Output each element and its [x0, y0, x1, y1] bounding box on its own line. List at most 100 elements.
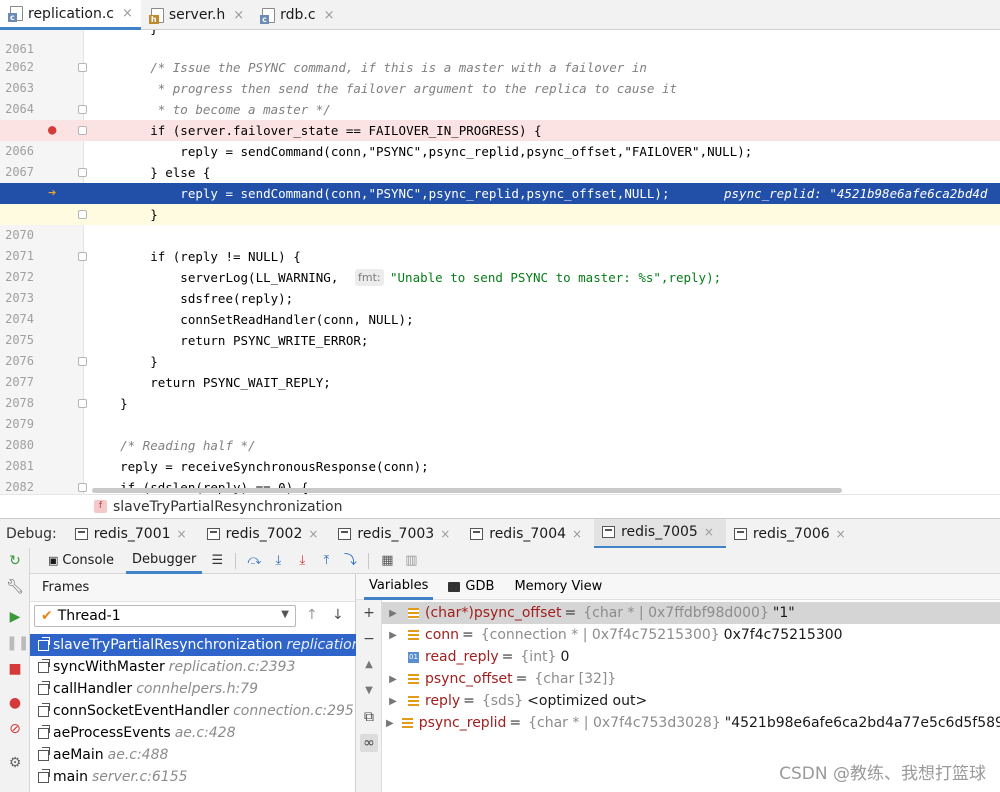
frame-row[interactable]: connSocketEventHandler connection.c:295	[30, 700, 356, 722]
tab-console[interactable]: ▣ Console	[42, 548, 120, 574]
tab-redis-7003[interactable]: redis_7003 ×	[330, 519, 462, 549]
code-line[interactable]: 2064 * progress then send the failover a…	[0, 78, 1000, 116]
variable-row[interactable]: 01 read_reply = {int} 0	[382, 646, 1000, 668]
menu-icon[interactable]: ☰	[208, 552, 226, 570]
close-icon[interactable]: ×	[308, 527, 318, 541]
run-to-cursor-icon[interactable]: ⤵	[341, 552, 359, 570]
frame-row[interactable]: callHandler connhelpers.h:79	[30, 678, 356, 700]
breadcrumb-function[interactable]: slaveTryPartialResynchronization	[113, 499, 342, 515]
code-line[interactable]: 2075 connSetReadHandler(conn, NULL);	[0, 309, 1000, 347]
close-icon[interactable]: ×	[177, 527, 187, 541]
copy-icon[interactable]: ⧉	[360, 708, 378, 726]
code-line-breakpoint[interactable]: 2066 ● if (server.failover_state == FAIL…	[0, 120, 1000, 158]
settings-icon[interactable]: ⚙	[6, 754, 24, 772]
frame-row[interactable]: syncWithMaster replication.c:2393	[30, 656, 356, 678]
code-line[interactable]: 2067 reply = sendCommand(conn,"PSYNC",ps…	[0, 141, 1000, 179]
breakpoint-icon[interactable]: ●	[48, 120, 56, 141]
stop-icon[interactable]: ■	[6, 660, 24, 678]
code-line[interactable]: 2079 }	[0, 393, 1000, 431]
tab-redis-7005[interactable]: redis_7005 ×	[594, 518, 726, 549]
fold-icon[interactable]	[78, 483, 87, 492]
arrow-down-icon[interactable]: ↓	[332, 607, 344, 623]
fold-icon[interactable]	[78, 357, 87, 366]
tab-replication-c[interactable]: c replication.c ×	[0, 0, 141, 30]
remove-watch-icon[interactable]: −	[360, 630, 378, 648]
variable-row[interactable]: ▶ reply = {sds} <optimized out>	[382, 690, 1000, 712]
tab-debugger[interactable]: Debugger	[126, 548, 203, 574]
chevron-right-icon[interactable]: ▶	[386, 718, 394, 729]
code-line[interactable]: 2074 sdsfree(reply);	[0, 288, 1000, 326]
arrow-up-icon[interactable]: ↑	[306, 607, 318, 623]
glasses-icon[interactable]: ∞	[360, 734, 378, 752]
step-out-icon[interactable]: ⤒	[317, 552, 335, 570]
chevron-right-icon[interactable]: ▶	[386, 608, 400, 619]
code-line[interactable]: 2078 return PSYNC_WAIT_REPLY;	[0, 372, 1000, 410]
fold-icon[interactable]	[78, 126, 87, 135]
tab-variables[interactable]: Variables	[364, 574, 434, 600]
code-line[interactable]: 2076 return PSYNC_WRITE_ERROR;	[0, 330, 1000, 368]
code-line[interactable]: 2082 reply = receiveSynchronousResponse(…	[0, 456, 1000, 494]
code-line[interactable]: 2072 if (reply != NULL) {	[0, 246, 1000, 284]
breadcrumb[interactable]: f slaveTryPartialResynchronization	[0, 494, 1000, 518]
chevron-right-icon[interactable]: ▶	[386, 674, 400, 685]
step-into-icon[interactable]: ⤓	[269, 552, 287, 570]
code-line[interactable]: 2065 * to become a master */	[0, 99, 1000, 137]
code-line[interactable]: 2081 /* Reading half */	[0, 435, 1000, 473]
resume-icon[interactable]: ▶	[6, 608, 24, 626]
tab-server-h[interactable]: h server.h ×	[141, 0, 252, 30]
add-watch-icon[interactable]: +	[360, 604, 378, 622]
pause-icon[interactable]: ❚❚	[6, 634, 29, 652]
mute-breakpoints-icon[interactable]: ⊘	[6, 720, 24, 738]
fold-icon[interactable]	[78, 168, 87, 177]
code-line[interactable]: 2062	[0, 36, 1000, 74]
tab-redis-7002[interactable]: redis_7002 ×	[199, 519, 331, 549]
tab-redis-7004[interactable]: redis_7004 ×	[462, 519, 594, 549]
horizontal-scrollbar[interactable]	[92, 488, 842, 493]
chevron-right-icon[interactable]: ▶	[386, 696, 400, 707]
code-line[interactable]: 2063 /* Issue the PSYNC command, if this…	[0, 57, 1000, 95]
tab-redis-7001[interactable]: redis_7001 ×	[67, 519, 199, 549]
code-editor[interactable]: 2061 } 2062 2063 /* Issue the PSYNC comm…	[0, 30, 1000, 494]
close-icon[interactable]: ×	[233, 8, 244, 23]
code-line[interactable]: 2077 }	[0, 351, 1000, 389]
code-line[interactable]: 2071	[0, 225, 1000, 263]
code-line-current-execution[interactable]: 2069 ➔ reply = sendCommand(conn,"PSYNC",…	[0, 183, 1000, 221]
code-line[interactable]: 2073 serverLog(LL_WARNING, fmt: "Unable …	[0, 267, 1000, 305]
fold-icon[interactable]	[78, 252, 87, 261]
tab-rdb-c[interactable]: c rdb.c ×	[252, 0, 342, 30]
thread-selector[interactable]: ✔ Thread-1 ▼	[34, 605, 296, 627]
close-icon[interactable]: ×	[704, 525, 714, 539]
close-icon[interactable]: ×	[440, 527, 450, 541]
fold-icon[interactable]	[78, 210, 87, 219]
tab-gdb[interactable]: GDB	[443, 574, 499, 600]
close-icon[interactable]: ×	[122, 6, 133, 21]
close-icon[interactable]: ×	[324, 8, 335, 23]
layout-icon[interactable]: ▥	[402, 552, 420, 570]
wrench-icon[interactable]: 🔧︎	[6, 578, 24, 596]
tab-redis-7006[interactable]: redis_7006 ×	[726, 519, 858, 549]
fold-icon[interactable]	[78, 105, 87, 114]
variable-row[interactable]: ▶ psync_offset = {char [32]}	[382, 668, 1000, 690]
step-over-icon[interactable]: ⤼	[245, 552, 263, 570]
frame-row[interactable]: aeMain ae.c:488	[30, 744, 356, 766]
variable-row[interactable]: ▶ conn = {connection * | 0x7f4c75215300}…	[382, 624, 1000, 646]
variable-row[interactable]: ▶ (char*)psync_offset = {char * | 0x7ffd…	[382, 602, 1000, 624]
close-icon[interactable]: ×	[836, 527, 846, 541]
code-line[interactable]: 2068 } else {	[0, 162, 1000, 200]
frame-row[interactable]: aeProcessEvents ae.c:428	[30, 722, 356, 744]
close-icon[interactable]: ×	[572, 527, 582, 541]
variable-row[interactable]: ▶ psync_replid = {char * | 0x7f4c753d302…	[382, 712, 1000, 734]
chevron-right-icon[interactable]: ▶	[386, 630, 400, 641]
code-line[interactable]: 2070 }	[0, 204, 1000, 242]
fold-icon[interactable]	[78, 399, 87, 408]
code-line[interactable]: 2080	[0, 414, 1000, 452]
tab-memory-view[interactable]: Memory View	[509, 574, 607, 600]
move-up-icon[interactable]: ▲	[360, 656, 378, 674]
view-breakpoints-icon[interactable]: ●	[6, 694, 24, 712]
force-step-into-icon[interactable]: ⤓	[293, 552, 311, 570]
frame-row[interactable]: main server.c:6155	[30, 766, 356, 788]
frame-row[interactable]: slaveTryPartialResynchronization replica…	[30, 634, 356, 656]
evaluate-expression-icon[interactable]: ▦	[378, 552, 396, 570]
rerun-icon[interactable]: ↻	[6, 552, 24, 570]
fold-icon[interactable]	[78, 63, 87, 72]
